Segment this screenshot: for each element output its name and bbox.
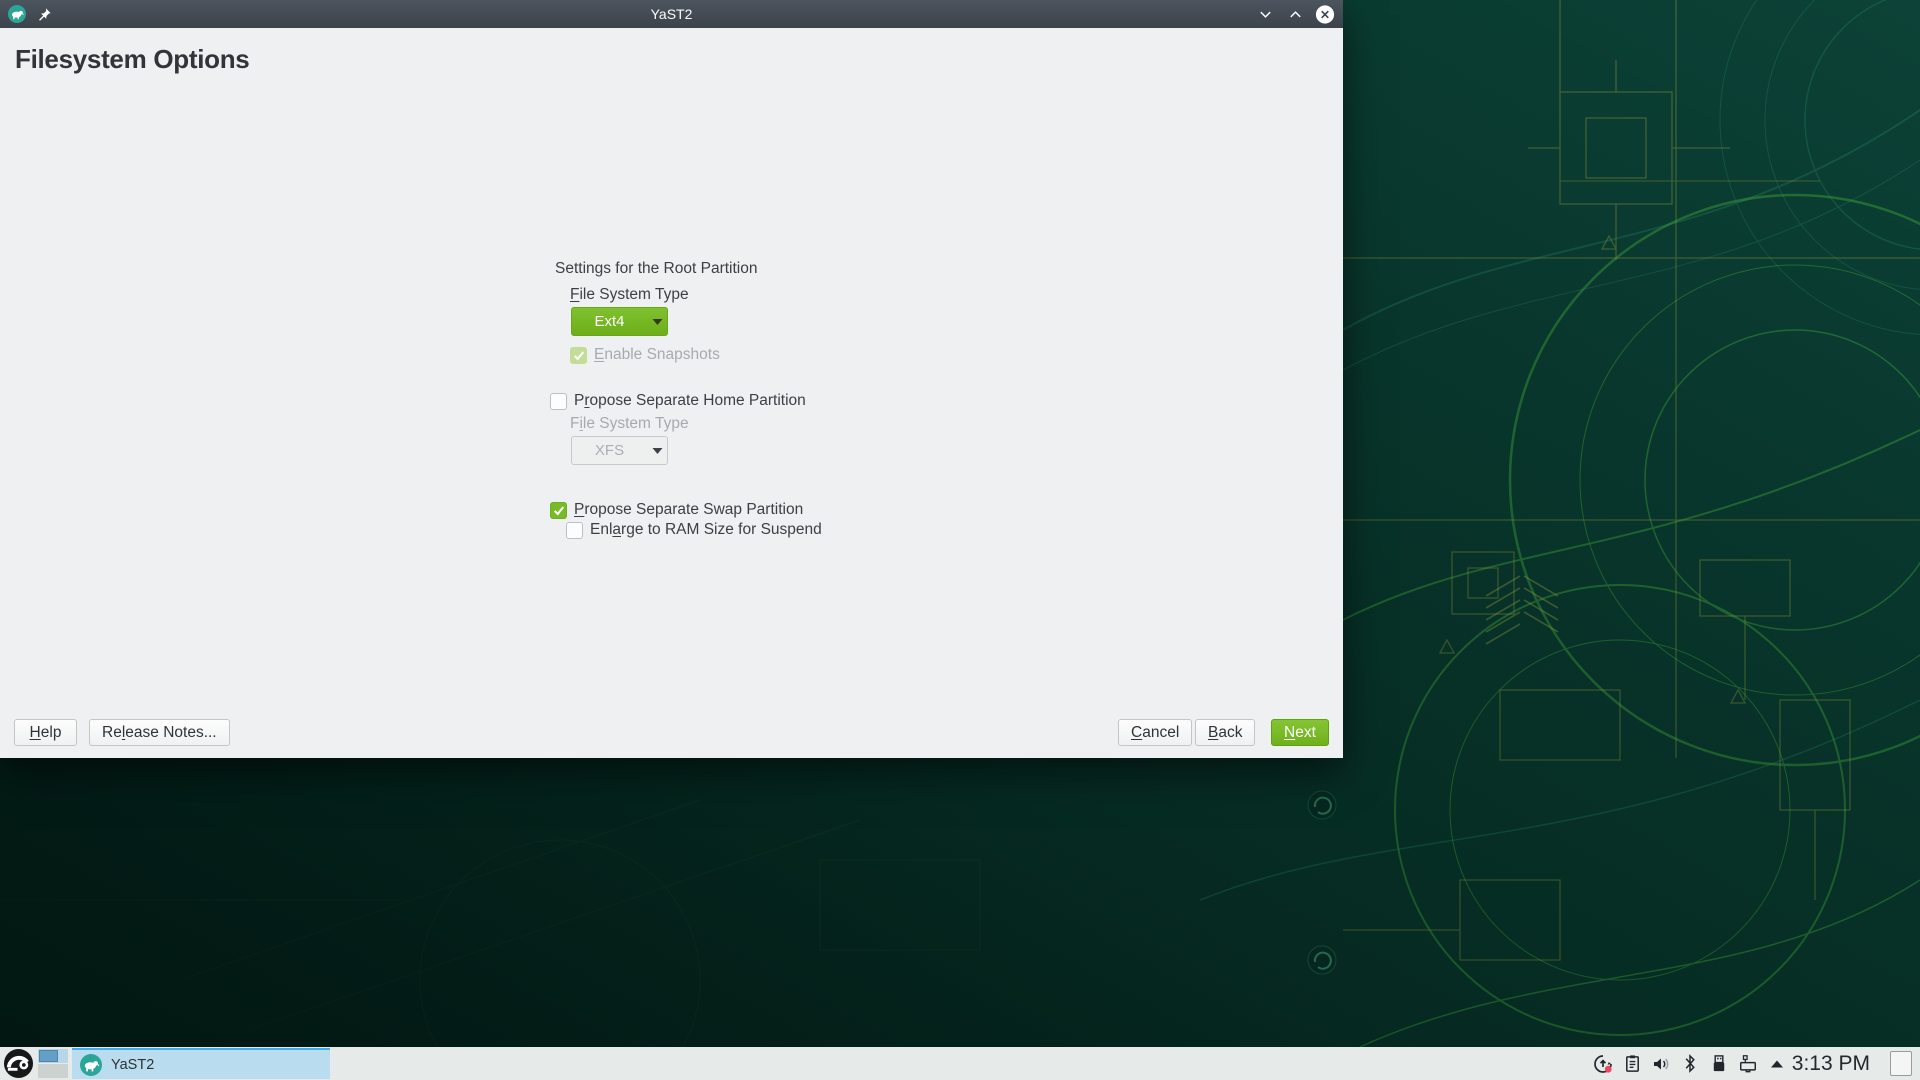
bluetooth-icon[interactable] <box>1680 1054 1700 1074</box>
window-title: YaST2 <box>0 6 1343 22</box>
pin-keep-above-icon[interactable] <box>34 4 54 24</box>
task-label: YaST2 <box>111 1057 154 1073</box>
back-button[interactable]: Back <box>1195 719 1255 746</box>
expand-tray-icon[interactable] <box>1767 1054 1787 1074</box>
window-content: Filesystem Options Settings for the Root… <box>0 28 1343 758</box>
show-desktop-button[interactable] <box>1890 1051 1912 1076</box>
volume-icon[interactable] <box>1651 1054 1671 1074</box>
taskbar: YaST2 <box>0 1047 1920 1080</box>
root-fs-type-label: File System Type <box>570 286 689 304</box>
enable-snapshots-label: Enable Snapshots <box>594 346 720 364</box>
removable-device-icon[interactable] <box>1709 1054 1729 1074</box>
pager-desktop-1[interactable] <box>38 1049 68 1063</box>
yast-task-icon <box>80 1054 102 1076</box>
taskbar-clock[interactable]: 3:13 PM <box>1792 1047 1870 1080</box>
yast2-window: YaST2 <box>0 0 1343 758</box>
root-partition-section-label: Settings for the Root Partition <box>555 260 757 278</box>
home-fs-type-dropdown: XFS <box>571 436 668 465</box>
release-notes-button[interactable]: Release Notes... <box>89 719 230 746</box>
network-icon[interactable] <box>1738 1054 1758 1074</box>
system-tray <box>1593 1047 1787 1080</box>
pager-window-thumbnail <box>39 1050 58 1062</box>
titlebar[interactable]: YaST2 <box>0 0 1343 28</box>
enable-snapshots-checkbox[interactable]: Enable Snapshots <box>570 346 720 364</box>
root-fs-type-value: Ext4 <box>572 313 647 330</box>
help-button[interactable]: Help <box>14 719 77 746</box>
enlarge-ram-checkbox[interactable]: Enlarge to RAM Size for Suspend <box>566 521 822 539</box>
swap-partition-label: Propose Separate Swap Partition <box>574 501 803 519</box>
chevron-down-icon <box>647 318 667 326</box>
cancel-button[interactable]: Cancel <box>1118 719 1192 746</box>
pager-desktop-2[interactable] <box>38 1064 68 1078</box>
checkbox-box <box>566 522 583 539</box>
enlarge-ram-label: Enlarge to RAM Size for Suspend <box>590 521 822 539</box>
minimize-icon[interactable] <box>1255 4 1275 24</box>
swap-partition-checkbox[interactable]: Propose Separate Swap Partition <box>550 501 803 519</box>
page-title: Filesystem Options <box>15 44 249 75</box>
checkbox-box <box>550 393 567 410</box>
chevron-down-icon <box>647 447 667 455</box>
checkbox-box <box>570 347 587 364</box>
home-fs-type-value: XFS <box>572 442 647 459</box>
home-partition-label: Propose Separate Home Partition <box>574 392 806 410</box>
updates-available-icon[interactable] <box>1593 1054 1613 1074</box>
checkbox-box <box>550 502 567 519</box>
close-icon[interactable] <box>1315 4 1335 24</box>
next-button[interactable]: Next <box>1271 719 1329 746</box>
taskbar-task-yast2[interactable]: YaST2 <box>72 1048 330 1079</box>
home-fs-type-label: File System Type <box>570 415 689 433</box>
root-fs-type-dropdown[interactable]: Ext4 <box>571 307 668 336</box>
application-menu-button[interactable] <box>3 1048 34 1079</box>
clipboard-icon[interactable] <box>1622 1054 1642 1074</box>
maximize-icon[interactable] <box>1285 4 1305 24</box>
yast-app-icon <box>8 5 26 23</box>
virtual-desktop-pager[interactable] <box>38 1049 68 1078</box>
home-partition-checkbox[interactable]: Propose Separate Home Partition <box>550 392 806 410</box>
